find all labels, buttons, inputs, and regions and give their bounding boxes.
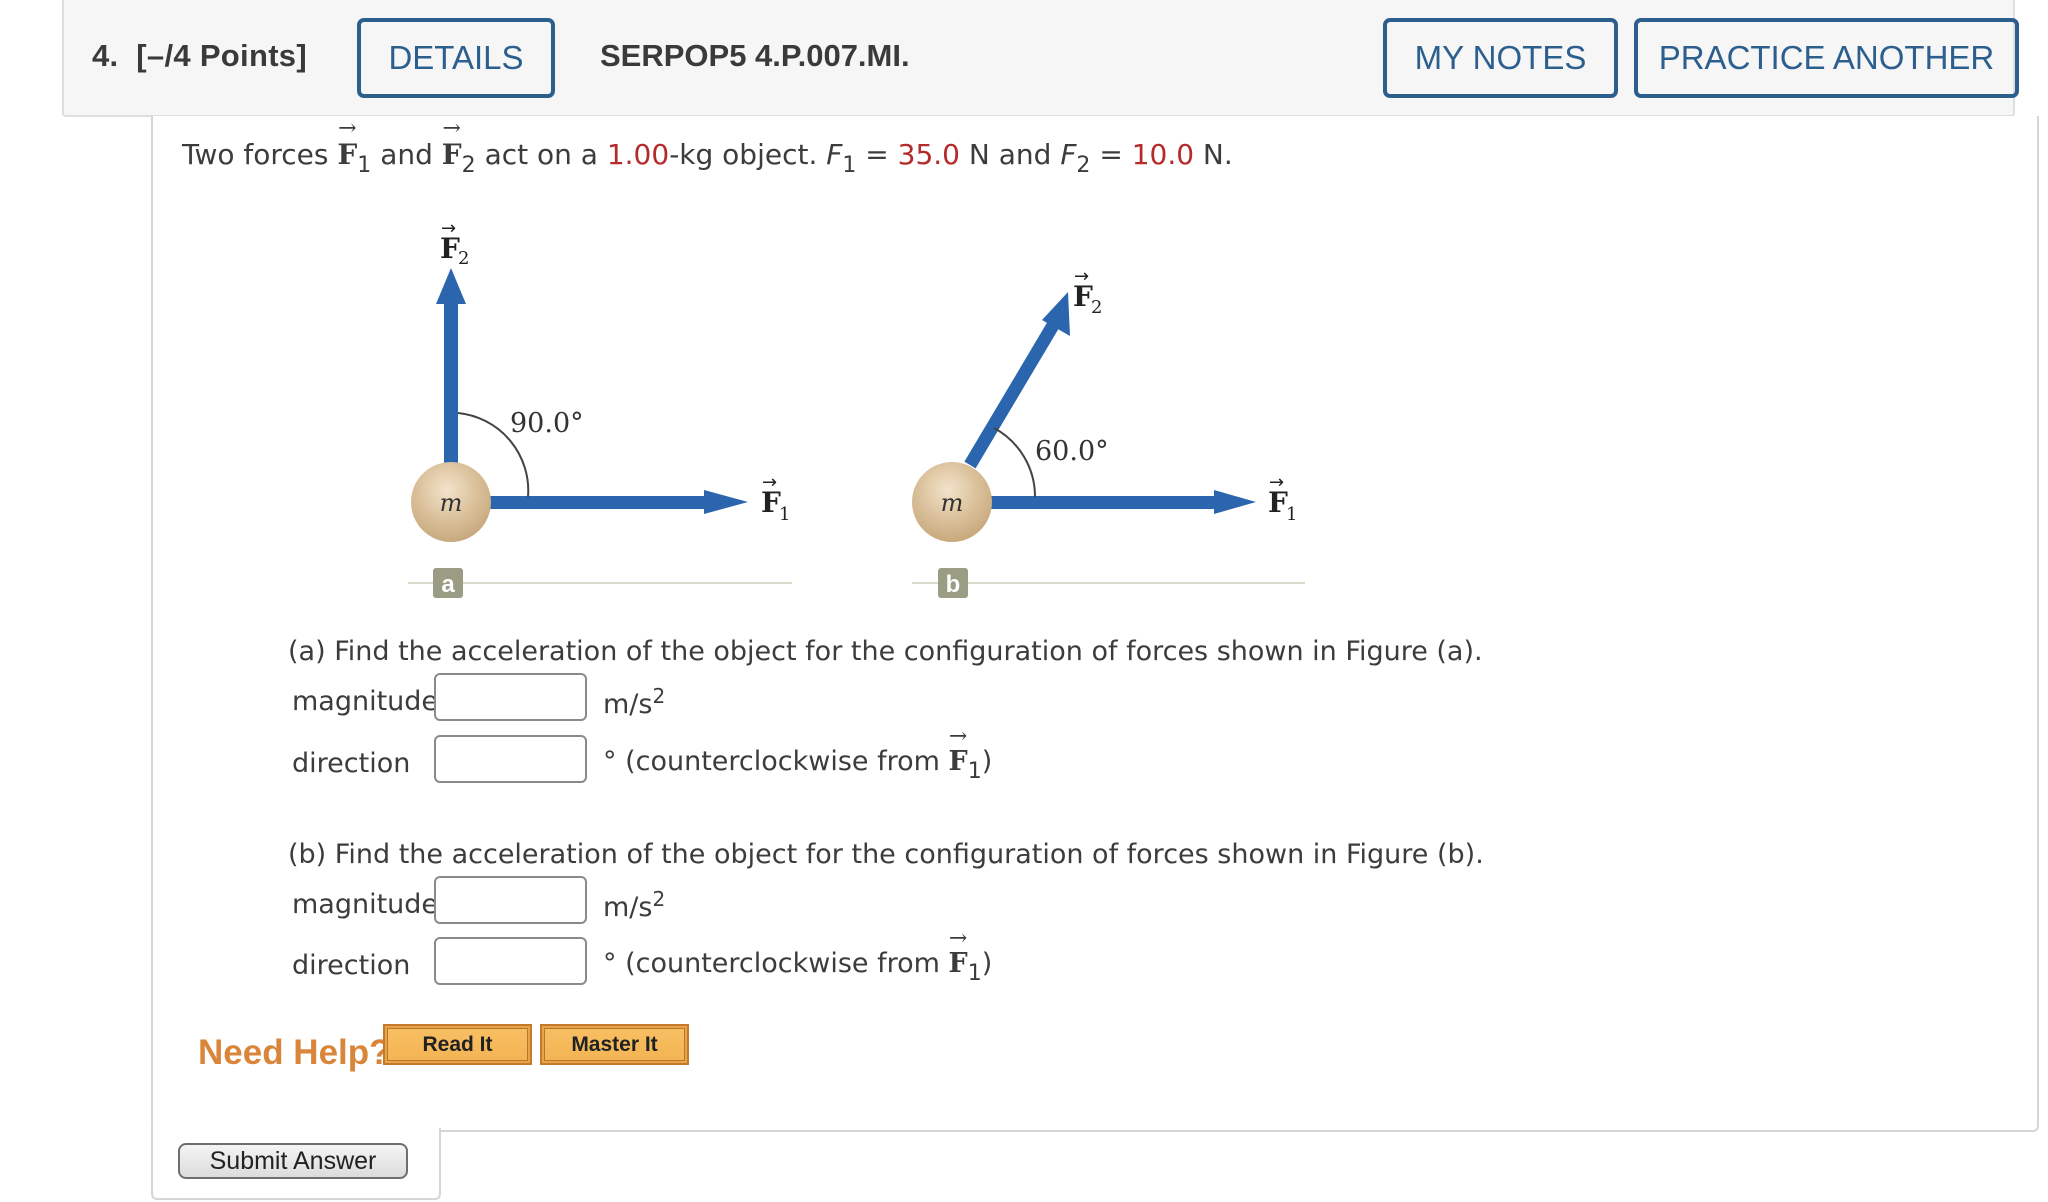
part-a-direction-unit: ° (counterclockwise from F1) xyxy=(603,724,992,784)
f1-arrow-shaft xyxy=(990,496,1220,509)
master-it-button[interactable]: Master It xyxy=(540,1024,689,1065)
angle-arc xyxy=(993,427,1037,498)
f1-arrow-shaft xyxy=(480,496,708,509)
figure-a-label: a xyxy=(441,571,455,598)
f1-arrowhead xyxy=(1214,490,1256,514)
part-a-direction-label: direction xyxy=(292,748,411,779)
part-a-magnitude-unit: m/s2 xyxy=(603,684,666,720)
figure-a: a 90.0° m F 2 → F 1 → xyxy=(408,218,792,598)
part-b-magnitude-unit: m/s2 xyxy=(603,887,666,923)
vector-arrow: → xyxy=(1074,266,1089,287)
submit-answer-button[interactable]: Submit Answer xyxy=(178,1143,408,1179)
part-b-direction-input[interactable] xyxy=(434,937,587,985)
f2-arrow-shaft xyxy=(444,300,458,480)
f2-arrowhead xyxy=(436,268,466,304)
angle-label: 90.0° xyxy=(510,408,584,439)
part-b-magnitude-input[interactable] xyxy=(434,876,587,924)
force-diagram: a 90.0° m F 2 → F 1 → b 60.0° m F 2 → F … xyxy=(408,218,1305,598)
part-b-magnitude-label: magnitude xyxy=(292,889,439,920)
vector-arrow: → xyxy=(441,218,456,239)
mass-label: m xyxy=(440,489,463,517)
vector-arrow: → xyxy=(1269,472,1284,493)
f1-label-sub: 1 xyxy=(1286,504,1297,525)
figure-b-label: b xyxy=(946,571,961,598)
read-it-button[interactable]: Read It xyxy=(383,1024,532,1065)
part-a-magnitude-label: magnitude xyxy=(292,686,439,717)
part-b-direction-label: direction xyxy=(292,950,411,981)
f1-label-sub: 1 xyxy=(779,504,790,525)
angle-label: 60.0° xyxy=(1035,436,1109,467)
need-help-label: Need Help? xyxy=(198,1033,391,1072)
f2-label-sub: 2 xyxy=(1091,297,1102,318)
part-a-magnitude-input[interactable] xyxy=(434,673,587,721)
part-a-direction-input[interactable] xyxy=(434,735,587,783)
part-a-question: (a) Find the acceleration of the object … xyxy=(288,636,1483,667)
vector-arrow: → xyxy=(762,472,777,493)
f1-arrowhead xyxy=(704,490,748,514)
part-b-question: (b) Find the acceleration of the object … xyxy=(288,839,1484,870)
f2-label-sub: 2 xyxy=(458,248,469,269)
figure-b: b 60.0° m F 2 → F 1 → xyxy=(912,266,1305,598)
part-b-direction-unit: ° (counterclockwise from F1) xyxy=(603,926,992,986)
mass-label: m xyxy=(941,489,964,517)
